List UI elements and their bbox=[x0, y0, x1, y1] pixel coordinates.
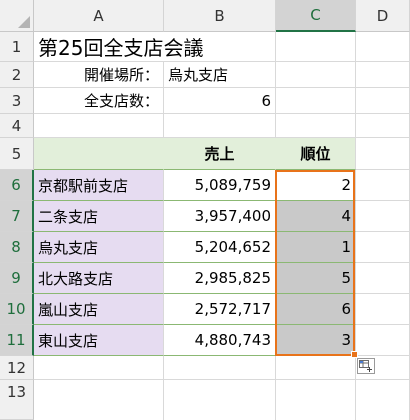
cell-b12[interactable] bbox=[164, 356, 276, 380]
cell-a5[interactable] bbox=[34, 138, 164, 170]
cell-a10[interactable]: 嵐山支店 bbox=[34, 294, 164, 325]
cell-b3[interactable]: 6 bbox=[164, 88, 276, 114]
cell-a3[interactable]: 全支店数： bbox=[34, 88, 164, 114]
row-header-13[interactable]: 13 bbox=[0, 380, 34, 420]
cell-a4[interactable] bbox=[34, 114, 164, 138]
cell-c3[interactable] bbox=[276, 88, 356, 114]
select-all-button[interactable] bbox=[0, 0, 34, 32]
cell-d13[interactable] bbox=[356, 380, 410, 420]
row-header-3[interactable]: 3 bbox=[0, 88, 34, 114]
cell-a1[interactable]: 第25回全支店会議 bbox=[34, 32, 203, 62]
cell-c6[interactable]: 2 bbox=[276, 170, 356, 201]
cell-b4[interactable] bbox=[164, 114, 276, 138]
row-header-11[interactable]: 11 bbox=[0, 325, 34, 356]
select-all-triangle-icon bbox=[18, 16, 30, 28]
cell-a2[interactable]: 開催場所： bbox=[34, 62, 164, 88]
cell-c1[interactable] bbox=[276, 32, 356, 62]
fill-handle[interactable] bbox=[351, 351, 358, 358]
quick-analysis-icon bbox=[359, 360, 372, 372]
column-header-a[interactable]: A bbox=[34, 0, 164, 32]
cell-b2[interactable]: 烏丸支店 bbox=[164, 62, 276, 88]
cell-c4[interactable] bbox=[276, 114, 356, 138]
cell-c11[interactable]: 3 bbox=[276, 325, 356, 356]
cell-a8[interactable]: 烏丸支店 bbox=[34, 232, 164, 263]
row-header-12[interactable]: 12 bbox=[0, 356, 34, 380]
cell-b7[interactable]: 3,957,400 bbox=[164, 201, 276, 232]
row-header-7[interactable]: 7 bbox=[0, 201, 34, 232]
cell-c8[interactable]: 1 bbox=[276, 232, 356, 263]
cell-c13[interactable] bbox=[276, 380, 356, 420]
row-header-2[interactable]: 2 bbox=[0, 62, 34, 88]
cell-c7[interactable]: 4 bbox=[276, 201, 356, 232]
row-header-10[interactable]: 10 bbox=[0, 294, 34, 325]
column-header-b[interactable]: B bbox=[164, 0, 276, 32]
cell-a7[interactable]: 二条支店 bbox=[34, 201, 164, 232]
cell-a11[interactable]: 東山支店 bbox=[34, 325, 164, 356]
cell-d4[interactable] bbox=[356, 114, 410, 138]
row-header-6[interactable]: 6 bbox=[0, 170, 34, 201]
cell-c5[interactable]: 順位 bbox=[276, 138, 356, 170]
cell-d11[interactable] bbox=[356, 325, 410, 356]
cell-d5[interactable] bbox=[356, 138, 410, 170]
cell-b9[interactable]: 2,985,825 bbox=[164, 263, 276, 294]
quick-analysis-button[interactable] bbox=[357, 358, 375, 374]
row-header-8[interactable]: 8 bbox=[0, 232, 34, 263]
cell-b11[interactable]: 4,880,743 bbox=[164, 325, 276, 356]
cell-c10[interactable]: 6 bbox=[276, 294, 356, 325]
cell-d8[interactable] bbox=[356, 232, 410, 263]
row-header-9[interactable]: 9 bbox=[0, 263, 34, 294]
column-header-c[interactable]: C bbox=[276, 0, 356, 32]
cell-a12[interactable] bbox=[34, 356, 164, 380]
cell-c12[interactable] bbox=[276, 356, 356, 380]
cell-d9[interactable] bbox=[356, 263, 410, 294]
cell-b1[interactable] bbox=[164, 32, 276, 62]
cell-a6[interactable]: 京都駅前支店 bbox=[34, 170, 164, 201]
cell-b8[interactable]: 5,204,652 bbox=[164, 232, 276, 263]
cell-d10[interactable] bbox=[356, 294, 410, 325]
cell-b13[interactable] bbox=[164, 380, 276, 420]
spreadsheet-grid: A B C D 1 2 3 4 5 6 7 8 9 10 11 12 13 第2… bbox=[0, 0, 410, 420]
column-header-d[interactable]: D bbox=[356, 0, 410, 32]
cell-b10[interactable]: 2,572,717 bbox=[164, 294, 276, 325]
cell-b6[interactable]: 5,089,759 bbox=[164, 170, 276, 201]
row-header-4[interactable]: 4 bbox=[0, 114, 34, 138]
cell-d2[interactable] bbox=[356, 62, 410, 88]
cell-d7[interactable] bbox=[356, 201, 410, 232]
cell-c9[interactable]: 5 bbox=[276, 263, 356, 294]
cell-d6[interactable] bbox=[356, 170, 410, 201]
cell-d1[interactable] bbox=[356, 32, 410, 62]
cell-c2[interactable] bbox=[276, 62, 356, 88]
cell-b5[interactable]: 売上 bbox=[164, 138, 276, 170]
row-header-5[interactable]: 5 bbox=[0, 138, 34, 170]
cell-a9[interactable]: 北大路支店 bbox=[34, 263, 164, 294]
cell-a13[interactable] bbox=[34, 380, 164, 420]
row-header-1[interactable]: 1 bbox=[0, 32, 34, 62]
cell-d3[interactable] bbox=[356, 88, 410, 114]
